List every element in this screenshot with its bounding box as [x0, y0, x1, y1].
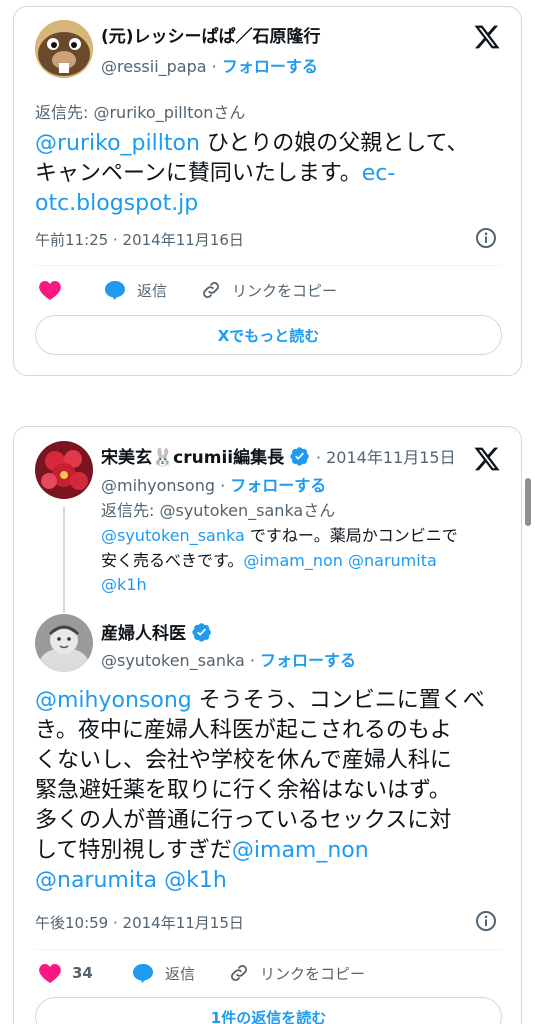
avatar[interactable] [35, 20, 93, 78]
reply-to-text: 返信先: @ruriko_pilltonさん [35, 103, 246, 122]
timestamp[interactable]: 午前11:25 · 2014年11月16日 [35, 229, 244, 250]
link-icon [203, 282, 219, 298]
mention-link[interactable]: @imam_non [232, 838, 369, 863]
quoted-date-text: 2014年11月15日 [326, 448, 456, 467]
reply-bubble-icon [105, 281, 125, 300]
mention-link[interactable]: @k1h [101, 575, 147, 594]
main-author-row: 産婦人科医 [101, 619, 212, 644]
tweet-text-segment: して特別視しすぎだ [35, 838, 232, 863]
tweet-text-segment: そうそう、コンビニに置くべ [191, 688, 485, 713]
copy-link-label: リンクをコピー [260, 964, 366, 983]
avatar-image [35, 614, 93, 672]
tweet-text-segment: くないし、会社や学校を休んで産婦人科に [35, 748, 452, 773]
mention-link[interactable]: @narumita [35, 868, 157, 893]
author-handle[interactable]: @syutoken_sanka [101, 651, 245, 670]
like-count: 34 [72, 964, 93, 982]
read-replies-button[interactable]: 1件の返信を読む [35, 997, 502, 1024]
copy-link-label: リンクをコピー [232, 281, 338, 300]
tweet-text-segment: キャンペーンに賛同いたします。 [35, 161, 362, 186]
reply-label: 返信 [137, 281, 168, 300]
divider [35, 265, 502, 266]
tweet-text-segment: 多くの人が普通に行っているセックスに対 [35, 808, 452, 833]
reply-button[interactable]: 返信 [131, 962, 195, 984]
separator-dot: · [215, 476, 231, 495]
reply-label: 返信 [165, 964, 196, 983]
separator-dot: · [244, 651, 261, 670]
quoted-author-row: 宋美玄🐰crumii編集長 · 2014年11月15日 [101, 443, 456, 468]
author-handle-row: @syutoken_sanka · フォローする [101, 647, 356, 671]
info-icon[interactable] [475, 227, 497, 249]
mention-link[interactable]: @k1h [164, 868, 227, 893]
reply-button[interactable]: 返信 [103, 279, 167, 301]
heart-icon [39, 281, 61, 300]
tweet-card-2: 宋美玄🐰crumii編集長 · 2014年11月15日 @mihyonsong … [13, 426, 522, 1024]
avatar-image [35, 441, 93, 499]
quoted-date: · 2014年11月15日 [315, 448, 456, 467]
follow-button[interactable]: フォローする [260, 651, 356, 670]
timestamp[interactable]: 午後10:59 · 2014年11月15日 [35, 912, 244, 933]
avatar[interactable] [35, 441, 93, 499]
tweet-text-segment: ひとりの娘の父親として、 [199, 131, 469, 156]
scrollbar[interactable] [525, 478, 531, 526]
quoted-author-name[interactable]: 宋美玄🐰crumii編集長 [101, 448, 284, 468]
read-more-button[interactable]: Xでもっと読む [35, 315, 502, 355]
reply-to-text: 返信先: @syutoken_sankaさん [101, 501, 336, 520]
copy-link-button[interactable]: リンクをコピー [228, 962, 365, 984]
mention-link[interactable]: @ruriko_pillton [35, 131, 200, 156]
author-handle[interactable]: @ressii_papa [101, 57, 207, 76]
author-name[interactable]: 産婦人科医 [101, 624, 186, 644]
verified-badge-icon [290, 447, 309, 466]
quoted-handle[interactable]: @mihyonsong [101, 476, 215, 495]
divider [35, 949, 502, 950]
info-icon[interactable] [475, 910, 497, 932]
follow-button[interactable]: フォローする [230, 476, 326, 495]
avatar-image [35, 20, 93, 78]
tweet-text-segment: 緊急避妊薬を取りに行く余裕はないはず。 [35, 778, 451, 803]
author-handle-row: @ressii_papa · フォローする [101, 53, 318, 77]
mention-link[interactable]: @syutoken_sanka [101, 526, 245, 545]
tweet-text-segment: ですねー。薬局かコンビニで [244, 526, 458, 545]
thread-connector-line [63, 507, 65, 613]
x-logo-icon[interactable] [473, 23, 501, 51]
heart-icon [39, 964, 61, 983]
separator-dot: · [206, 57, 222, 76]
x-logo-icon[interactable] [473, 445, 501, 473]
mention-link[interactable]: @imam_non [243, 551, 343, 570]
reply-bubble-icon [133, 964, 153, 983]
tweet-text: @ruriko_pillton ひとりの娘の父親として、 キャンペーンに賛同いた… [35, 129, 505, 219]
follow-button[interactable]: フォローする [222, 57, 318, 76]
like-button[interactable]: 34 [38, 962, 93, 984]
author-name[interactable]: (元)レッシーぱぱ／石原隆行 [101, 22, 321, 47]
tweet-text: @mihyonsong そうそう、コンビニに置くべ き。夜中に産婦人科医が起こさ… [35, 686, 510, 896]
tweet-card-1: (元)レッシーぱぱ／石原隆行 @ressii_papa · フォローする 返信先… [13, 6, 522, 376]
copy-link-button[interactable]: リンクをコピー [200, 279, 337, 301]
tweet-text-segment: き。夜中に産婦人科医が起こされるのもよ [35, 718, 452, 743]
tweet-text-segment: 安く売るべきです。 [101, 550, 244, 570]
url-link[interactable]: ec- [362, 161, 396, 186]
like-button[interactable] [38, 279, 62, 301]
mention-link[interactable]: @mihyonsong [35, 688, 192, 713]
url-link[interactable]: otc.blogspot.jp [35, 191, 198, 216]
quoted-tweet-text: @syutoken_sanka ですねー。薬局かコンビニで 安く売るべきです。@… [101, 524, 501, 598]
mention-link[interactable]: @narumita [348, 551, 437, 570]
verified-badge-icon [192, 623, 211, 642]
link-icon [231, 965, 247, 981]
quoted-handle-row: @mihyonsong · フォローする [101, 472, 326, 496]
avatar[interactable] [35, 614, 93, 672]
